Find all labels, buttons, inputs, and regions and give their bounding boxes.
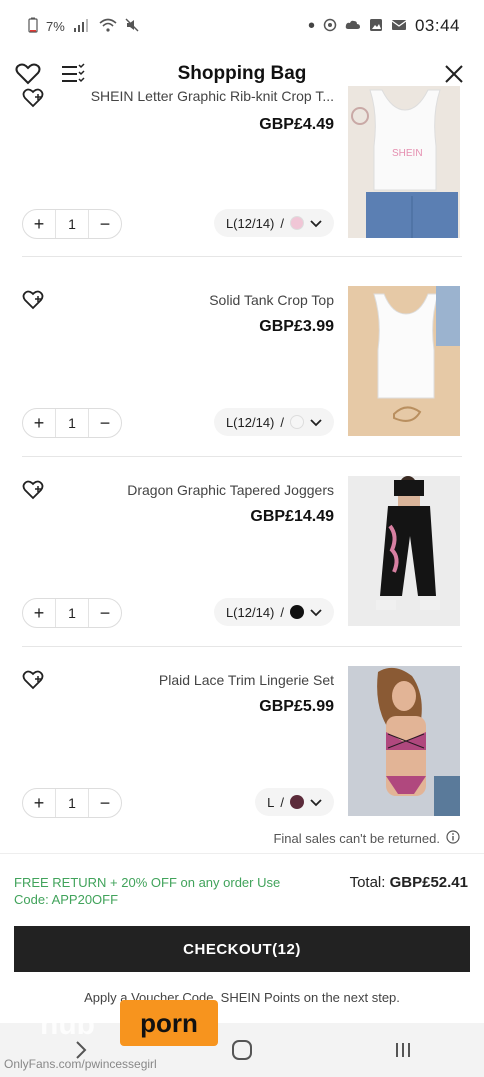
variant-size: L(12/14) [225, 414, 275, 430]
watermark-ghost-text: hub [40, 1008, 95, 1041]
increase-quantity-button[interactable]: + [23, 210, 55, 238]
promo-banner[interactable]: FREE RETURN + 20% OFF on any order Use C… [14, 874, 319, 908]
color-swatch [290, 216, 304, 230]
variant-separator: / [280, 794, 284, 810]
variant-selector[interactable]: L(12/14) / [213, 209, 334, 237]
watermark-logo: porn [120, 1000, 218, 1046]
promo-line-2: Code: APP20OFF [14, 892, 119, 907]
decrease-quantity-button[interactable]: − [89, 409, 121, 437]
recents-icon [396, 1043, 411, 1057]
cloud-icon [345, 18, 361, 35]
recents-button[interactable] [383, 1030, 423, 1070]
product-image[interactable] [348, 476, 460, 626]
variant-size: L(12/14) [225, 604, 275, 620]
increase-quantity-button[interactable]: + [23, 789, 55, 817]
decrease-quantity-button[interactable]: − [89, 210, 121, 238]
variant-separator: / [280, 604, 284, 620]
item-divider [22, 456, 462, 457]
notification-dot: • [307, 15, 315, 37]
item-price: GBP£5.99 [259, 698, 334, 715]
add-to-wishlist-button[interactable] [22, 88, 48, 112]
color-swatch [290, 605, 304, 619]
item-title[interactable]: Solid Tank Crop Top [209, 292, 334, 308]
page-title: Shopping Bag [177, 63, 307, 84]
watermark-url: OnlyFans.com/pwincessegirl [4, 1057, 157, 1071]
battery-percent: 7% [46, 18, 65, 34]
variant-size: L(12/14) [225, 215, 275, 231]
item-price: GBP£14.49 [250, 508, 334, 525]
quantity-value[interactable]: 1 [55, 599, 89, 627]
heart-plus-icon [22, 88, 44, 108]
quantity-stepper: + 1 − [22, 209, 122, 239]
product-image[interactable] [348, 666, 460, 816]
product-image[interactable] [348, 286, 460, 436]
quantity-value[interactable]: 1 [55, 409, 89, 437]
status-left: 7% [28, 17, 139, 36]
status-right: • 03:44 [308, 16, 460, 36]
item-price: GBP£3.99 [259, 318, 334, 335]
increase-quantity-button[interactable]: + [23, 409, 55, 437]
color-swatch [290, 795, 304, 809]
home-circle-icon [231, 1040, 252, 1060]
variant-selector[interactable]: L(12/14) / [213, 408, 334, 436]
variant-separator: / [280, 414, 284, 430]
checkout-footer: FREE RETURN + 20% OFF on any order Use C… [0, 853, 484, 1023]
variant-selector[interactable]: L / [255, 788, 334, 816]
promo-line-1: FREE RETURN + 20% OFF on any order Use [14, 875, 281, 890]
variant-size: L [267, 794, 275, 810]
chevron-down-icon [310, 795, 322, 810]
clock: 03:44 [414, 16, 460, 35]
item-divider [22, 256, 462, 257]
quantity-value[interactable]: 1 [55, 789, 89, 817]
add-to-wishlist-button[interactable] [22, 670, 48, 694]
checkout-button[interactable]: CHECKOUT(12) [14, 926, 470, 972]
add-to-wishlist-button[interactable] [22, 480, 48, 504]
item-divider [22, 646, 462, 647]
voucher-note: Apply a Voucher Code, SHEIN Points on th… [84, 990, 400, 1005]
quantity-stepper: + 1 − [22, 598, 122, 628]
color-swatch [290, 415, 304, 429]
heart-plus-icon [22, 290, 44, 310]
final-sale-text: Final sales can't be returned. [273, 831, 440, 846]
product-image[interactable]: SHEIN [348, 86, 460, 238]
mail-icon [391, 18, 407, 35]
item-title[interactable]: SHEIN Letter Graphic Rib-knit Crop T... [91, 88, 334, 104]
item-price: GBP£4.49 [259, 116, 334, 133]
total-value: GBP£52.41 [389, 874, 468, 891]
sync-icon [323, 18, 337, 35]
image-icon [369, 18, 383, 35]
decrease-quantity-button[interactable]: − [89, 599, 121, 627]
wifi-icon [99, 18, 117, 35]
add-to-wishlist-button[interactable] [22, 290, 48, 314]
signal-icon [73, 18, 91, 35]
info-icon [446, 830, 460, 847]
variant-separator: / [280, 215, 284, 231]
variant-selector[interactable]: L(12/14) / [213, 598, 334, 626]
checklist-icon [62, 63, 85, 83]
heart-plus-icon [22, 670, 44, 690]
chevron-down-icon [310, 605, 322, 620]
quantity-stepper: + 1 − [22, 408, 122, 438]
increase-quantity-button[interactable]: + [23, 599, 55, 627]
batch-edit-button[interactable] [56, 58, 88, 90]
battery-icon [28, 17, 38, 36]
order-total: Total: GBP£52.41 [350, 874, 468, 891]
chevron-down-icon [310, 415, 322, 430]
total-label: Total: [349, 874, 386, 891]
heart-plus-icon [22, 480, 44, 500]
mute-icon [125, 18, 139, 35]
home-button[interactable] [222, 1030, 262, 1070]
item-title[interactable]: Dragon Graphic Tapered Joggers [127, 482, 334, 498]
quantity-stepper: + 1 − [22, 788, 122, 818]
item-title[interactable]: Plaid Lace Trim Lingerie Set [159, 672, 334, 688]
wishlist-button[interactable] [12, 58, 44, 90]
final-sale-note: Final sales can't be returned. [273, 830, 460, 847]
close-icon [445, 65, 463, 83]
quantity-value[interactable]: 1 [55, 210, 89, 238]
heart-icon [15, 63, 41, 85]
chevron-down-icon [310, 216, 322, 231]
status-bar: 7% • 03:44 [0, 0, 484, 52]
svg-text:SHEIN: SHEIN [392, 148, 423, 159]
decrease-quantity-button[interactable]: − [89, 789, 121, 817]
